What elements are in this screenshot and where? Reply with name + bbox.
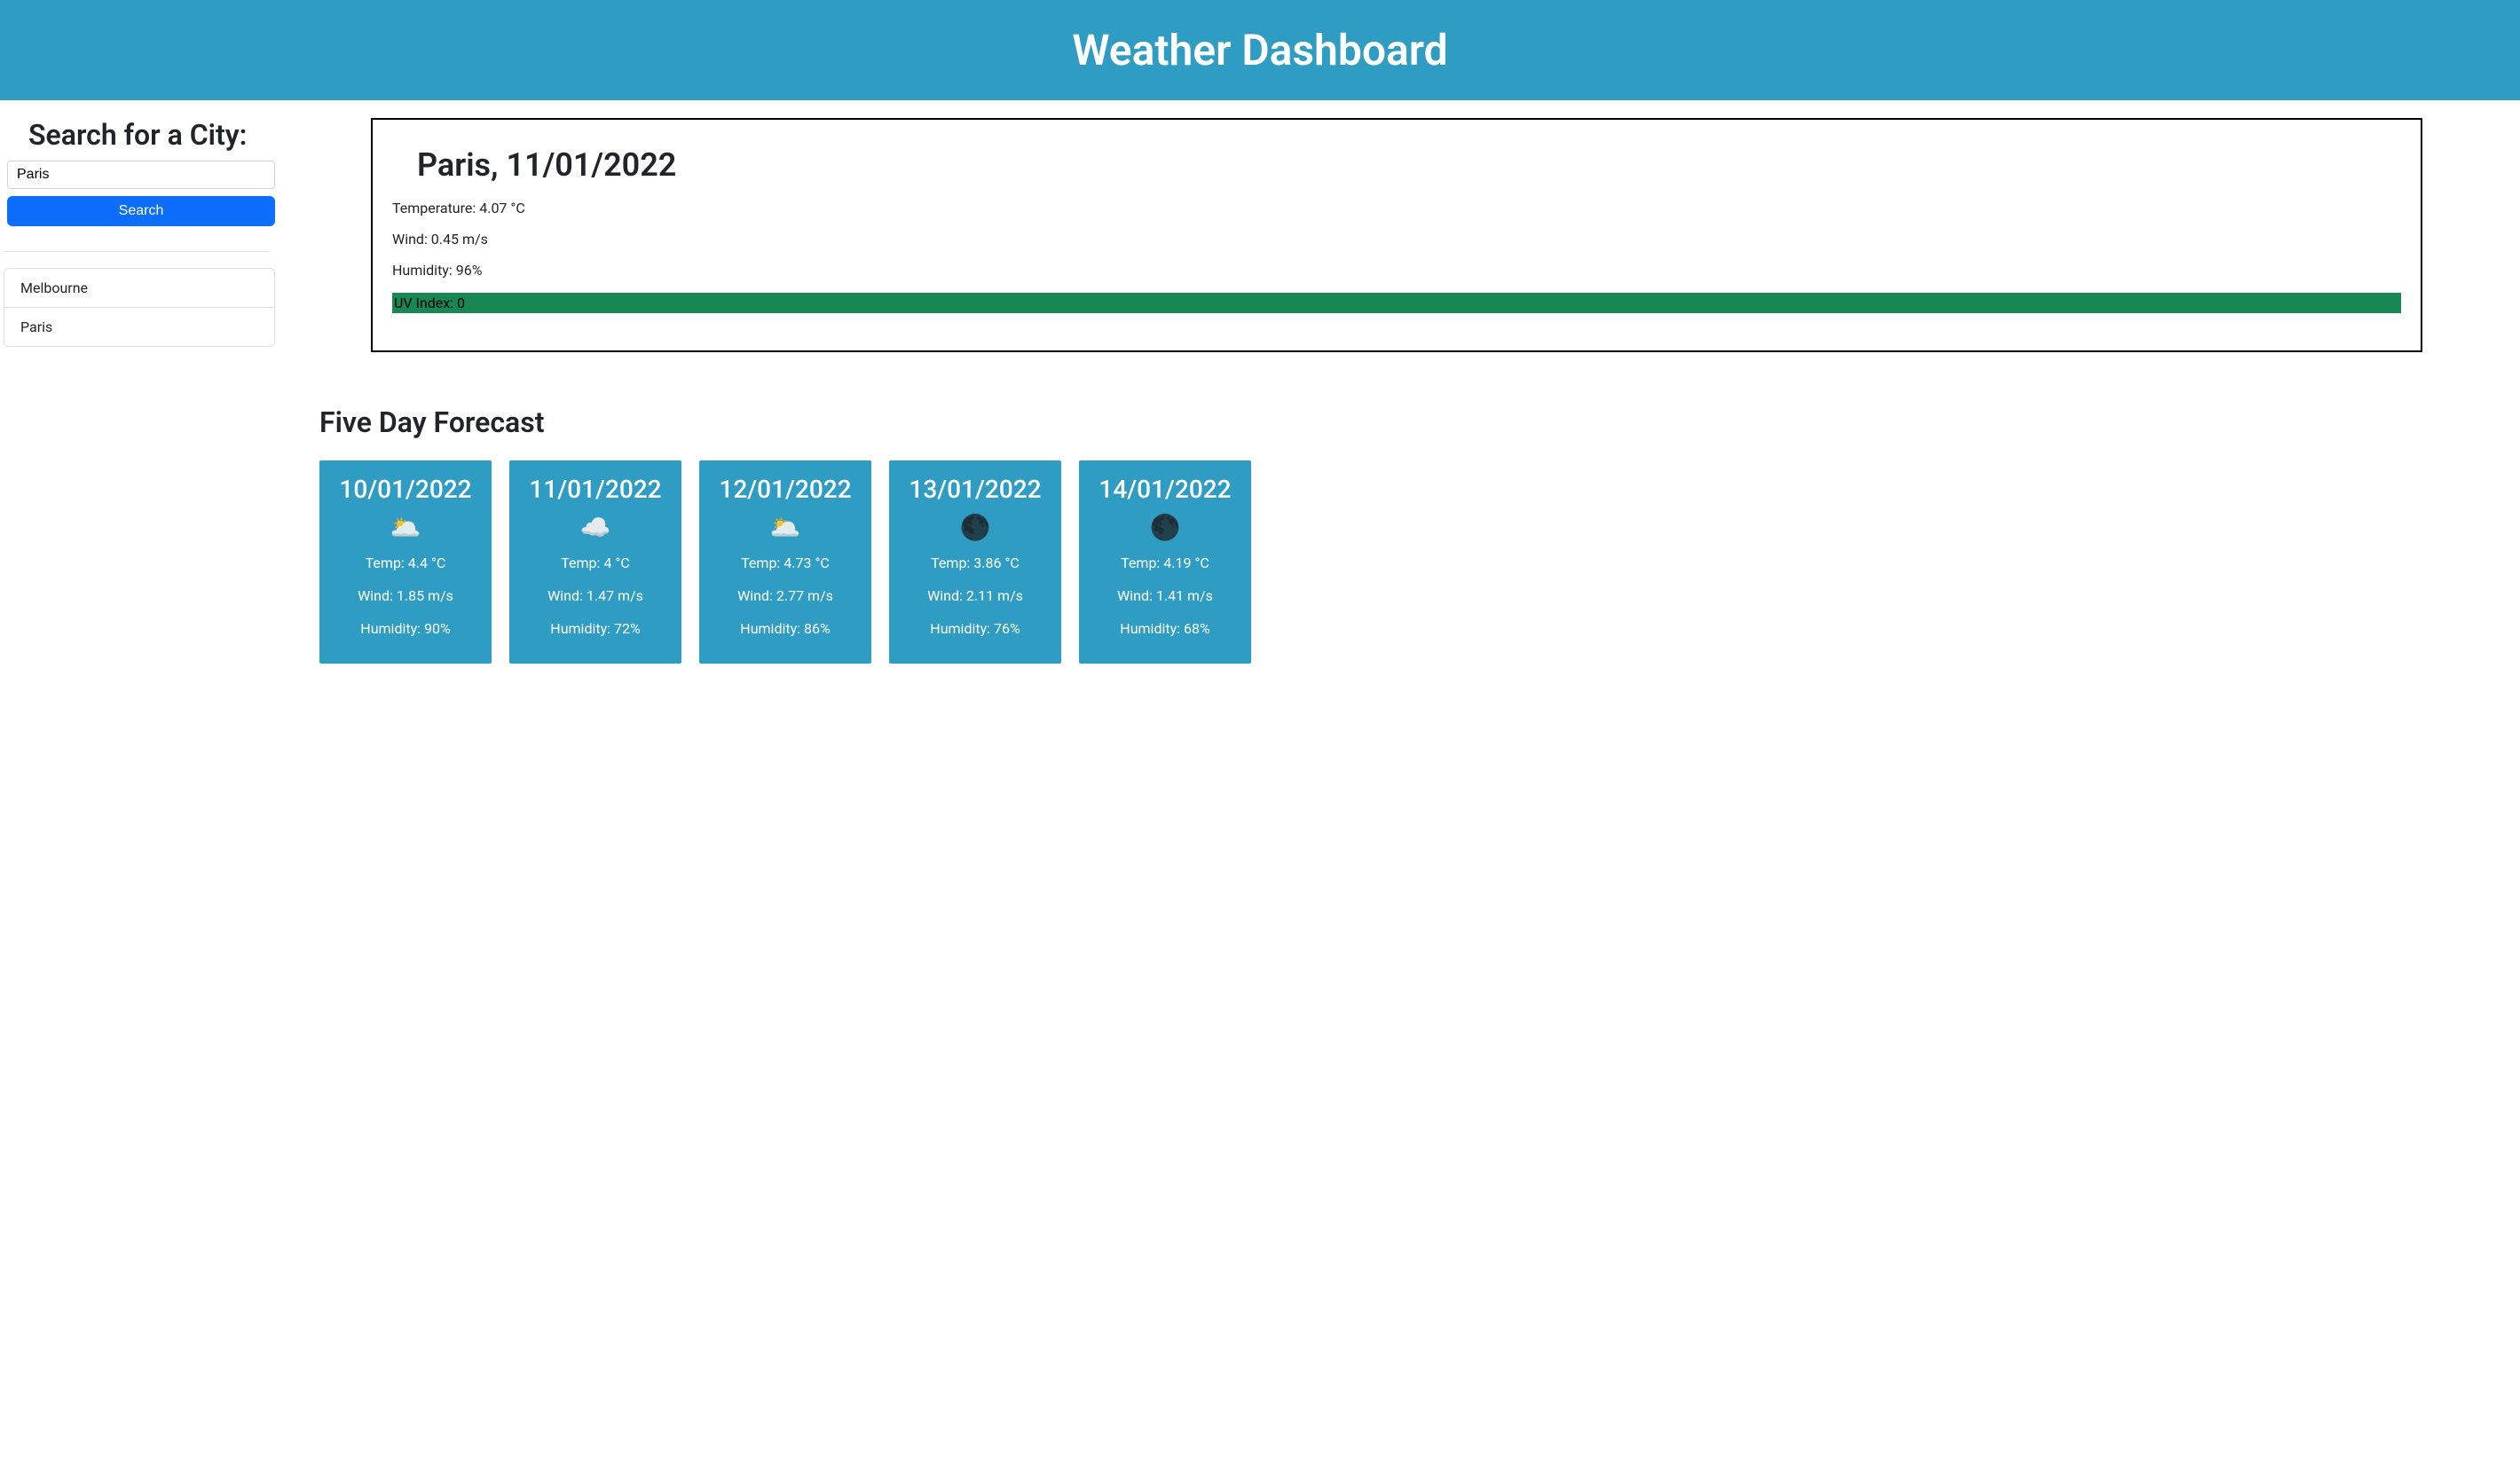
forecast-wind: Wind: 2.11 m/s <box>898 587 1052 604</box>
forecast-date: 13/01/2022 <box>898 475 1052 504</box>
cloud-icon: ☁️ <box>518 513 673 542</box>
search-heading: Search for a City: <box>4 118 275 152</box>
forecast-card: 14/01/2022 🌑 Temp: 4.19 °C Wind: 1.41 m/… <box>1079 460 1251 664</box>
forecast-wind: Wind: 1.47 m/s <box>518 587 673 604</box>
forecast-date: 12/01/2022 <box>708 475 862 504</box>
forecast-temp: Temp: 4.73 °C <box>708 554 862 571</box>
forecast-temp: Temp: 4 °C <box>518 554 673 571</box>
forecast-wind: Wind: 2.77 m/s <box>708 587 862 604</box>
forecast-wind: Wind: 1.85 m/s <box>328 587 483 604</box>
current-wind: Wind: 0.45 m/s <box>392 231 2401 248</box>
forecast-humidity: Humidity: 90% <box>328 620 483 637</box>
forecast-humidity: Humidity: 86% <box>708 620 862 637</box>
current-city-date: Paris, 11/01/2022 <box>392 146 2401 184</box>
current-weather-card: Paris, 11/01/2022 Temperature: 4.07 °C W… <box>371 118 2422 352</box>
forecast-temp: Temp: 4.4 °C <box>328 554 483 571</box>
forecast-date: 14/01/2022 <box>1088 475 1242 504</box>
forecast-card: 12/01/2022 🌥️ Temp: 4.73 °C Wind: 2.77 m… <box>699 460 871 664</box>
forecast-heading: Five Day Forecast <box>319 405 2493 439</box>
forecast-section: Five Day Forecast 10/01/2022 🌥️ Temp: 4.… <box>319 405 2493 664</box>
forecast-humidity: Humidity: 68% <box>1088 620 1242 637</box>
forecast-card: 10/01/2022 🌥️ Temp: 4.4 °C Wind: 1.85 m/… <box>319 460 492 664</box>
forecast-wind: Wind: 1.41 m/s <box>1088 587 1242 604</box>
city-search-input[interactable] <box>7 161 275 189</box>
sidebar: Search for a City: Search Melbourne Pari… <box>0 118 275 664</box>
forecast-date: 11/01/2022 <box>518 475 673 504</box>
main-content: Paris, 11/01/2022 Temperature: 4.07 °C W… <box>275 118 2520 664</box>
forecast-date: 10/01/2022 <box>328 475 483 504</box>
search-button[interactable]: Search <box>7 196 275 226</box>
forecast-row: 10/01/2022 🌥️ Temp: 4.4 °C Wind: 1.85 m/… <box>319 460 2493 664</box>
overcast-icon: 🌥️ <box>708 513 862 542</box>
current-temperature: Temperature: 4.07 °C <box>392 200 2401 216</box>
forecast-temp: Temp: 4.19 °C <box>1088 554 1242 571</box>
history-item[interactable]: Paris <box>4 308 274 346</box>
clear-night-icon: 🌑 <box>898 513 1052 542</box>
forecast-temp: Temp: 3.86 °C <box>898 554 1052 571</box>
history-item[interactable]: Melbourne <box>4 269 274 308</box>
search-history: Melbourne Paris <box>4 268 275 347</box>
page-title: Weather Dashboard <box>0 25 2520 75</box>
divider <box>4 251 270 252</box>
page-header: Weather Dashboard <box>0 0 2520 100</box>
clear-night-icon: 🌑 <box>1088 513 1242 542</box>
current-uv-index: UV Index: 0 <box>392 293 2401 313</box>
overcast-icon: 🌥️ <box>328 513 483 542</box>
forecast-humidity: Humidity: 76% <box>898 620 1052 637</box>
forecast-humidity: Humidity: 72% <box>518 620 673 637</box>
forecast-card: 13/01/2022 🌑 Temp: 3.86 °C Wind: 2.11 m/… <box>889 460 1061 664</box>
current-humidity: Humidity: 96% <box>392 262 2401 279</box>
forecast-card: 11/01/2022 ☁️ Temp: 4 °C Wind: 1.47 m/s … <box>509 460 681 664</box>
